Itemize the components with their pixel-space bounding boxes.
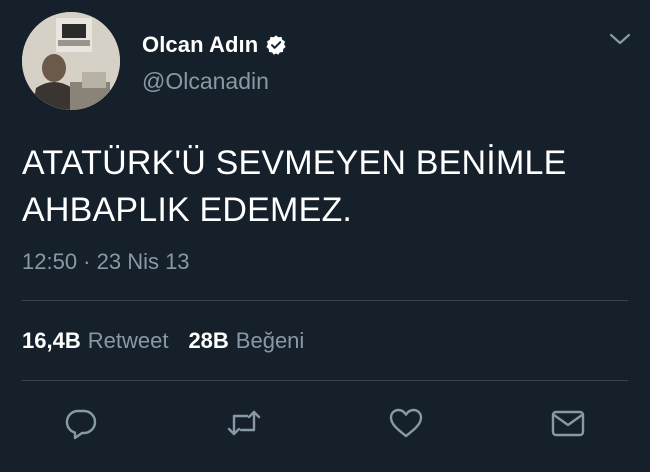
tweet-stats: 16,4B Retweet 28B Beğeni (22, 328, 304, 354)
action-bar (0, 405, 650, 445)
reply-icon (64, 406, 98, 445)
direct-message-button[interactable] (548, 405, 588, 445)
retweet-label: Retweet (87, 328, 169, 353)
tweet-text-line: AHBAPLIK EDEMEZ. (22, 191, 353, 229)
name-row: Olcan Adın (142, 30, 287, 60)
reply-button[interactable] (61, 405, 101, 445)
like-count: 28B (188, 328, 229, 353)
direct-message-icon (550, 407, 586, 444)
divider (22, 300, 628, 301)
avatar[interactable] (22, 12, 120, 110)
like-icon (388, 406, 424, 445)
tweet-text-line: ATATÜRK'Ü SEVMEYEN BENİMLE (22, 144, 567, 182)
tweet-text: ATATÜRK'Ü SEVMEYEN BENİMLE AHBAPLIK EDEM… (22, 140, 632, 234)
avatar-photo (22, 12, 120, 110)
retweet-button[interactable] (224, 405, 264, 445)
retweet-count: 16,4B (22, 328, 81, 353)
retweet-icon (225, 406, 263, 445)
like-label: Beğeni (235, 328, 305, 353)
retweet-stat[interactable]: 16,4B Retweet (22, 328, 168, 354)
user-handle[interactable]: @Olcanadin (142, 68, 269, 95)
chevron-down-icon[interactable] (608, 30, 632, 50)
tweet-timestamp[interactable]: 12:50 · 23 Nis 13 (22, 249, 190, 275)
display-name[interactable]: Olcan Adın (142, 32, 258, 58)
tweet-card: Olcan Adın @Olcanadin ATATÜRK'Ü SEVMEYEN… (0, 0, 650, 472)
verified-badge-icon (265, 34, 287, 56)
divider (22, 380, 628, 381)
like-stat[interactable]: 28B Beğeni (188, 328, 304, 354)
like-button[interactable] (386, 405, 426, 445)
